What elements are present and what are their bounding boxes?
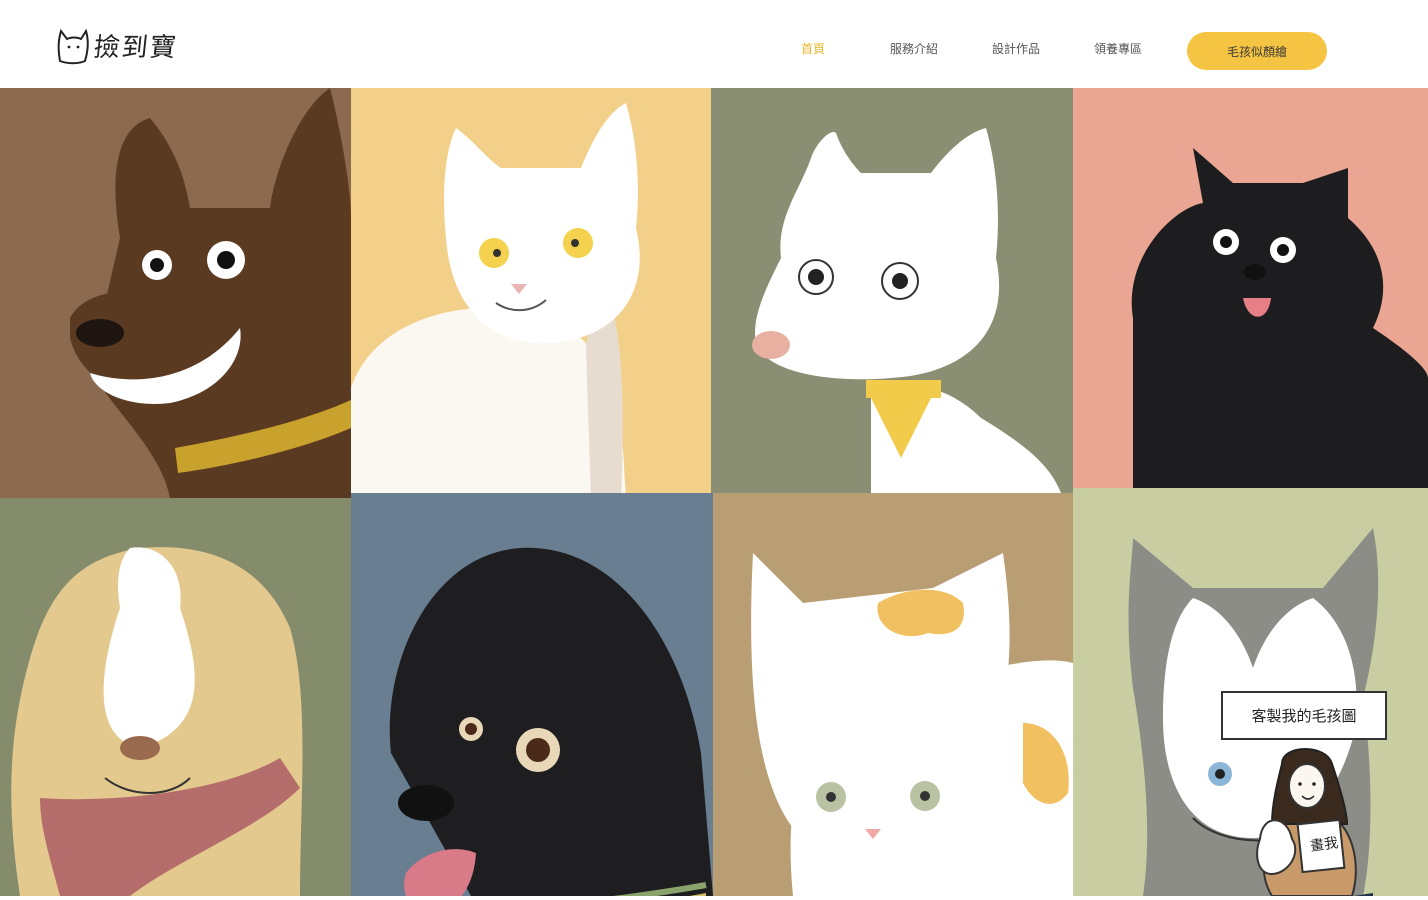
- girl-mascot-icon: [1256, 748, 1357, 897]
- nav-portfolio[interactable]: 設計作品: [992, 40, 1040, 57]
- tile-black-fluffy-dog[interactable]: [1073, 88, 1428, 493]
- brown-dog-illustration: [0, 88, 351, 498]
- nav-services[interactable]: 服務介紹: [890, 40, 938, 57]
- tile-calico-cat[interactable]: [713, 493, 1073, 896]
- girl-holding-sign-illustration[interactable]: 畫我: [1232, 744, 1384, 897]
- nav-adoption[interactable]: 領養專區: [1094, 40, 1142, 57]
- black-fluffy-dog-illustration: [1073, 88, 1428, 493]
- tile-white-cat[interactable]: [351, 88, 711, 498]
- sign-text: 畫我: [1309, 835, 1340, 855]
- pet-portrait-gallery: [0, 88, 1428, 896]
- white-dog-illustration: [711, 88, 1073, 493]
- nav-home[interactable]: 首頁: [801, 40, 825, 57]
- white-cat-illustration: [351, 88, 711, 498]
- portrait-cta-button[interactable]: 毛孩似顏繪: [1187, 32, 1327, 70]
- tile-black-dog[interactable]: [351, 493, 713, 896]
- site-logo[interactable]: 撿到寶: [56, 24, 180, 66]
- cat-face-logo-icon: [57, 28, 89, 65]
- tile-cream-dog[interactable]: [0, 498, 351, 896]
- site-header: 撿到寶 首頁 服務介紹 設計作品 領養專區 毛孩似顏繪: [0, 0, 1428, 88]
- logo-text: 撿到寶: [92, 32, 180, 63]
- tile-white-dog[interactable]: [711, 88, 1073, 493]
- cream-dog-illustration: [0, 498, 351, 896]
- black-dog-illustration: [351, 493, 713, 896]
- tile-brown-dog[interactable]: [0, 88, 351, 498]
- calico-cat-illustration: [713, 493, 1073, 896]
- custom-portrait-button[interactable]: 客製我的毛孩圖: [1221, 691, 1387, 740]
